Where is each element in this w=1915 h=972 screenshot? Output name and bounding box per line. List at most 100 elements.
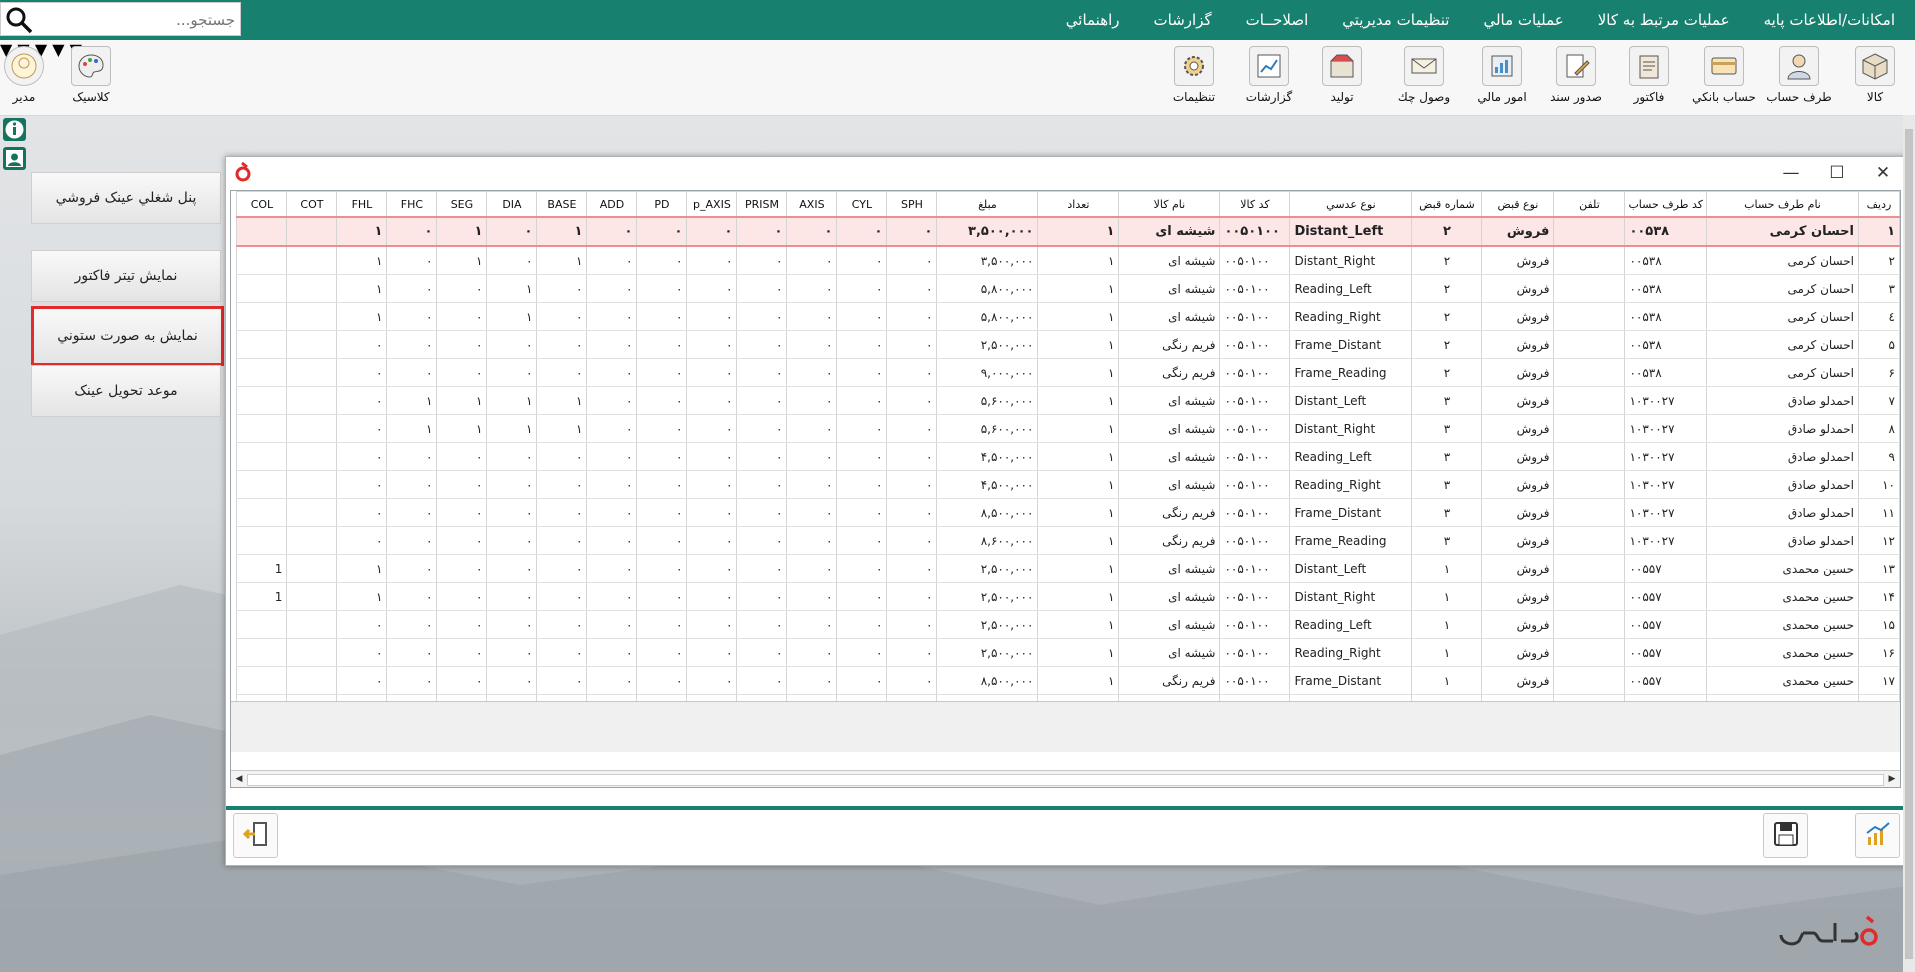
table-cell[interactable] [236,610,288,639]
table-cell[interactable]: ۰۰۵۳۸ [1624,246,1707,275]
table-cell[interactable]: ۰ [736,582,788,611]
table-cell[interactable]: ۱۵ [1858,610,1900,639]
table-cell[interactable]: ۰ [886,216,938,247]
table-cell[interactable]: ۰ [436,666,488,695]
table-cell[interactable]: ۰ [786,526,838,555]
save-button[interactable] [1763,813,1808,858]
analytics-button[interactable] [1855,813,1900,858]
column-header[interactable]: تلفن [1553,191,1626,218]
table-cell[interactable]: ۰ [886,498,938,527]
table-cell[interactable]: ۰ [586,330,638,359]
table-cell[interactable]: ١ [1037,638,1120,667]
table-cell[interactable]: ۰۰۵۰۱۰۰ [1219,246,1291,275]
table-cell[interactable]: Distant_Left [1289,554,1413,583]
table-cell[interactable]: ١ [1411,666,1483,695]
table-cell[interactable]: Frame_Distant [1289,330,1413,359]
table-cell[interactable]: ۰ [786,386,838,415]
table-cell[interactable]: ۰ [786,302,838,331]
table-cell[interactable]: ۰ [636,274,688,303]
toolbar-reports-button[interactable]: گزارشات [1233,44,1305,112]
table-cell[interactable]: ۰ [436,470,488,499]
table-cell[interactable] [286,216,338,247]
table-cell[interactable]: ۰ [386,470,438,499]
table-cell[interactable]: شیشه ای [1118,442,1221,471]
table-cell[interactable]: 1 [236,582,288,611]
table-cell[interactable]: ۰ [336,498,388,527]
table-cell[interactable]: ۰ [886,470,938,499]
table-cell[interactable]: ۰ [386,358,438,387]
table-cell[interactable]: ۰۰۵۰۱۰۰ [1219,526,1291,555]
menu-reports[interactable]: گزارشات [1154,11,1212,29]
table-row[interactable]: ۱۲ احمدلو صادق ۱۰۳۰۰۲۷ فروش ۳ Frame_Reading ۰۰… [236,526,1900,555]
table-cell[interactable] [1553,330,1626,359]
table-cell[interactable]: ۰ [836,246,888,275]
table-cell[interactable]: ۰ [786,498,838,527]
table-cell[interactable]: حسین محمدی [1706,666,1859,695]
table-cell[interactable]: ١ [1037,470,1120,499]
table-cell[interactable]: شیشه ای [1118,470,1221,499]
table-cell[interactable]: ۰۰۵۵۷ [1624,638,1707,667]
table-cell[interactable]: ۰ [336,414,388,443]
table-cell[interactable]: ۰ [786,274,838,303]
table-cell[interactable]: ۰ [736,610,788,639]
table-cell[interactable]: ١ [536,386,588,415]
optician-job-panel-button[interactable]: پنل شغلي عینک فروشي [31,172,221,224]
table-cell[interactable]: ١ [1037,302,1120,331]
table-cell[interactable]: ۰ [886,330,938,359]
table-cell[interactable]: حسین محمدی [1706,582,1859,611]
table-cell[interactable] [236,386,288,415]
table-cell[interactable]: ۰ [686,274,738,303]
toolbar-invoice-button[interactable]: فاکتور [1613,44,1685,112]
table-cell[interactable]: ۱۲ [1858,526,1900,555]
table-cell[interactable]: ١ [1037,330,1120,359]
table-cell[interactable]: ۰ [686,582,738,611]
table-cell[interactable]: ۰ [636,216,688,247]
table-cell[interactable] [236,330,288,359]
table-cell[interactable]: ۰ [436,638,488,667]
table-cell[interactable] [286,358,338,387]
show-invoice-header-button[interactable]: نمایش تیتر فاکتور [31,250,221,302]
table-cell[interactable] [1553,526,1626,555]
table-cell[interactable]: ۰ [586,302,638,331]
table-cell[interactable]: احمدلو صادق [1706,526,1859,555]
table-cell[interactable]: ۰ [736,414,788,443]
table-cell[interactable]: ۰ [386,554,438,583]
table-cell[interactable]: ۳ [1411,386,1483,415]
table-cell[interactable]: ۰ [686,386,738,415]
table-cell[interactable]: ۰ [436,358,488,387]
table-cell[interactable]: ۵ [1858,330,1900,359]
column-header[interactable]: مبلغ [936,191,1039,218]
table-cell[interactable]: احسان کرمی [1706,216,1859,247]
table-row[interactable]: ۳ احسان کرمی ۰۰۵۳۸ فروش ۲ Reading_Left ۰۰۵۰۱۰۰… [236,274,1900,303]
table-cell[interactable]: ۵,۶۰۰,۰۰۰ [936,414,1039,443]
user-profile-icon[interactable] [3,147,26,170]
table-cell[interactable]: ۰۰۵۳۸ [1624,216,1707,247]
table-cell[interactable]: ١ [1037,442,1120,471]
table-cell[interactable]: ۰ [636,246,688,275]
table-cell[interactable] [286,442,338,471]
column-header[interactable]: FHC [386,191,438,218]
table-cell[interactable]: احمدلو صادق [1706,442,1859,471]
table-cell[interactable]: ۰ [836,414,888,443]
table-cell[interactable]: ۰ [586,638,638,667]
table-cell[interactable]: ۳ [1411,470,1483,499]
table-cell[interactable]: فریم رنگی [1118,330,1221,359]
table-cell[interactable]: ۰ [886,666,938,695]
column-header[interactable]: رديف [1858,191,1900,218]
table-cell[interactable]: ۰ [736,386,788,415]
table-cell[interactable] [286,330,338,359]
menu-help[interactable]: راهنمائي [1066,11,1120,29]
table-cell[interactable]: احسان کرمی [1706,330,1859,359]
toolbar-cheque-collection-button[interactable]: وصول چك [1388,44,1460,112]
table-cell[interactable]: شیشه ای [1118,638,1221,667]
table-cell[interactable]: ۰ [836,526,888,555]
table-cell[interactable] [236,302,288,331]
exit-button[interactable] [233,813,278,858]
table-row[interactable]: ۱۳ حسین محمدی ۰۰۵۵۷ فروش ١ Distant_Left ۰۰۵۰۱۰… [236,554,1900,583]
table-cell[interactable]: ۰ [486,526,538,555]
scroll-thumb[interactable] [1905,129,1913,959]
table-cell[interactable]: ۰ [386,274,438,303]
table-cell[interactable]: احسان کرمی [1706,358,1859,387]
table-cell[interactable]: ۰ [436,302,488,331]
table-cell[interactable]: ۰ [636,554,688,583]
